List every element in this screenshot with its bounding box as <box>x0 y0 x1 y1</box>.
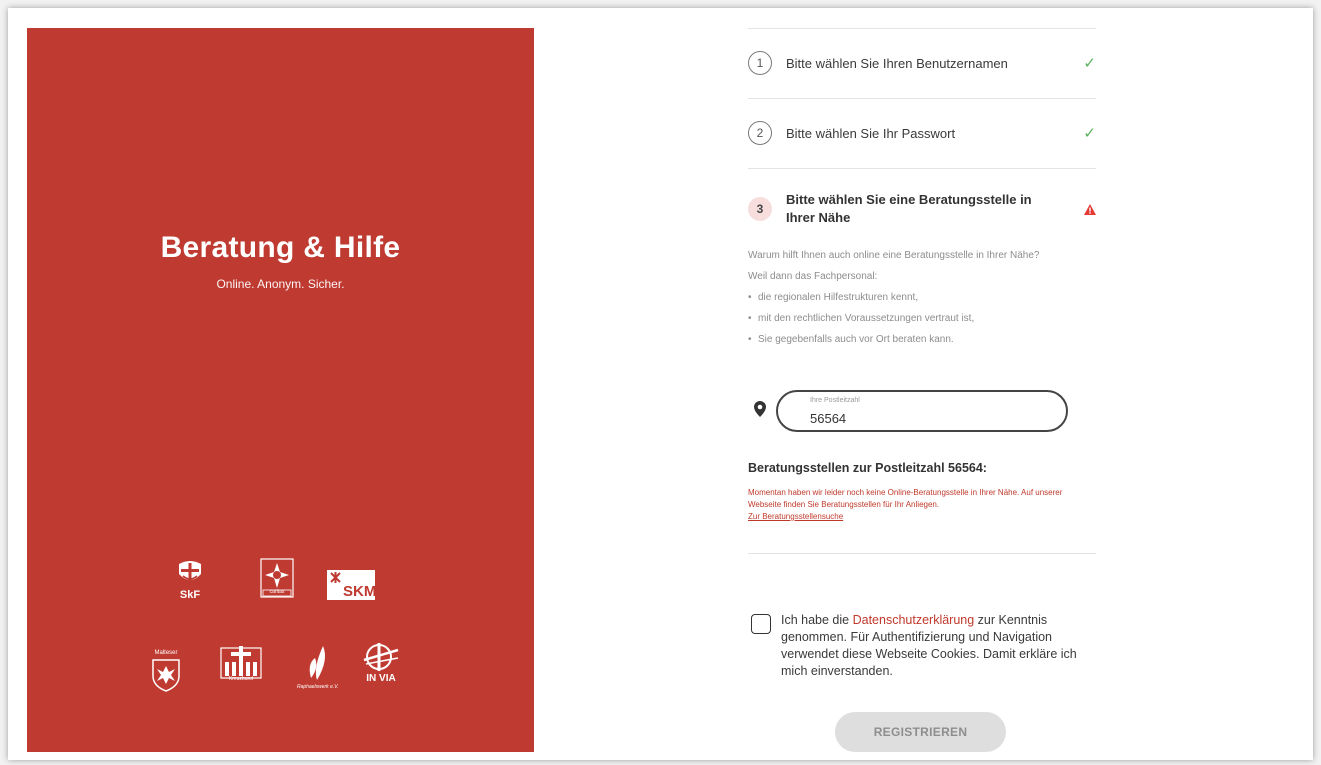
register-button[interactable]: REGISTRIEREN <box>835 712 1006 752</box>
postcode-input[interactable]: Ihre Postleitzahl 56564 <box>776 390 1068 432</box>
postcode-row: Ihre Postleitzahl 56564 <box>754 390 1068 432</box>
privacy-checkbox[interactable] <box>751 614 771 634</box>
info-bullet: mit den rechtlichen Voraussetzungen vert… <box>748 311 1088 326</box>
skf-logo-caption: SkF <box>179 589 201 601</box>
info-intro: Weil dann das Fachpersonal: <box>748 271 878 282</box>
info-question: Warum hilft Ihnen auch online eine Berat… <box>748 250 1040 261</box>
step-counseling-center[interactable]: 3 Bitte wählen Sie eine Beratungsstelle … <box>748 191 1096 227</box>
invia-logo: IN VIA <box>362 642 400 684</box>
step-label: Bitte wählen Sie eine Beratungsstelle in… <box>786 192 1032 225</box>
step-number: 1 <box>748 51 772 75</box>
kreuzbund-logo-caption: Kreuzbund <box>228 676 254 682</box>
step-number: 3 <box>748 197 772 221</box>
caritas-logo: caritas <box>260 558 294 598</box>
brand-subtitle: Online. Anonym. Sicher. <box>216 277 345 291</box>
step-number: 2 <box>748 121 772 145</box>
warning-icon <box>1076 203 1096 215</box>
step-label: Bitte wählen Sie Ihr Passwort <box>786 125 956 141</box>
postcode-value: 56564 <box>810 411 847 426</box>
skm-logo-caption: SKM <box>343 583 375 600</box>
kreuzbund-logo: Kreuzbund <box>219 646 263 682</box>
consent-prefix: Ich habe die <box>781 613 853 627</box>
counseling-search-link[interactable]: Zur Beratungsstellensuche <box>748 511 1096 523</box>
app-window: Beratung & Hilfe Online. Anonym. Sicher.… <box>8 8 1313 760</box>
malteser-logo-caption: Malteser <box>154 650 178 656</box>
privacy-policy-link[interactable]: Datenschutzerklärung <box>853 613 975 627</box>
results-title: Beratungsstellen zur Postleitzahl 56564: <box>748 461 987 475</box>
info-list: die regionalen Hilfestrukturen kennt, mi… <box>748 290 1088 347</box>
check-icon: ✓ <box>1083 125 1096 142</box>
top-divider <box>748 28 1096 29</box>
brand-panel: Beratung & Hilfe Online. Anonym. Sicher.… <box>27 28 534 752</box>
info-section: Warum hilft Ihnen auch online eine Berat… <box>748 248 1088 353</box>
raphaelswerk-logo: Raphaelswerk e.V. <box>297 644 339 690</box>
privacy-consent: Ich habe die Datenschutzerklärung zur Ke… <box>751 612 1096 680</box>
skm-logo: SKM <box>327 570 375 600</box>
step-divider <box>748 168 1096 169</box>
consent-text: Ich habe die Datenschutzerklärung zur Ke… <box>781 612 1096 680</box>
results-message-text: Momentan haben wir leider noch keine Onl… <box>748 488 1063 509</box>
map-pin-icon <box>754 400 768 422</box>
results-divider <box>748 553 1096 554</box>
postcode-label: Ihre Postleitzahl <box>810 397 860 404</box>
step-password[interactable]: 2 Bitte wählen Sie Ihr Passwort ✓ <box>748 121 1096 145</box>
malteser-logo: Malteser <box>151 648 181 692</box>
raphaelswerk-logo-caption: Raphaelswerk e.V. <box>297 684 339 690</box>
check-icon: ✓ <box>1083 55 1096 72</box>
results-message: Momentan haben wir leider noch keine Onl… <box>748 487 1096 523</box>
skf-logo: SkF <box>175 560 205 601</box>
info-bullet: Sie gegebenfalls auch vor Ort beraten ka… <box>748 332 1088 347</box>
step-divider <box>748 98 1096 99</box>
info-bullet: die regionalen Hilfestrukturen kennt, <box>748 290 1088 305</box>
step-username[interactable]: 1 Bitte wählen Sie Ihren Benutzernamen ✓ <box>748 51 1096 75</box>
brand-title: Beratung & Hilfe <box>160 231 401 264</box>
step-label: Bitte wählen Sie Ihren Benutzernamen <box>786 55 1008 71</box>
invia-logo-caption: IN VIA <box>366 673 396 684</box>
caritas-logo-caption: caritas <box>269 589 285 595</box>
registration-form: 1 Bitte wählen Sie Ihren Benutzernamen ✓… <box>748 8 1096 760</box>
